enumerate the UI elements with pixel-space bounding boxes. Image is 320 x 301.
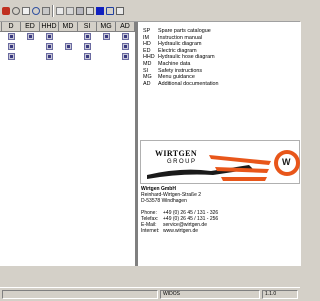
exit-icon[interactable] bbox=[116, 7, 124, 15]
document-available-icon[interactable] bbox=[27, 33, 34, 40]
contact-value: +49 (0) 26 45 / 131 - 326 bbox=[163, 209, 219, 216]
document-available-icon[interactable] bbox=[84, 43, 91, 50]
legend-code: MG bbox=[143, 74, 152, 81]
legend-label: Spare parts catalogue bbox=[158, 28, 211, 34]
contact-value[interactable]: www.wirtgen.de bbox=[163, 228, 198, 234]
legend-label: Instruction manual bbox=[158, 34, 203, 41]
document-available-icon[interactable] bbox=[46, 33, 53, 40]
status-panel-right: 1.1.0 bbox=[262, 290, 298, 299]
blue-square-icon[interactable] bbox=[96, 7, 104, 15]
help-icon[interactable] bbox=[32, 7, 40, 15]
document-icon[interactable] bbox=[56, 7, 64, 15]
document-available-icon[interactable] bbox=[84, 53, 91, 60]
wirtgen-logo: WIRTGEN GROUP W bbox=[140, 140, 300, 184]
legend-row: HHD Hydraulic hose diagram bbox=[143, 54, 298, 61]
document-available-icon[interactable] bbox=[122, 43, 129, 50]
page-icon[interactable] bbox=[22, 7, 30, 15]
legend-code: ED bbox=[143, 47, 151, 54]
toolbar bbox=[0, 0, 300, 22]
legend-label: Machine data bbox=[158, 60, 191, 67]
stack-icon[interactable] bbox=[66, 7, 74, 15]
legend-code: SI bbox=[143, 67, 149, 74]
legend-code: AD bbox=[143, 80, 151, 87]
document-available-icon[interactable] bbox=[122, 33, 129, 40]
info-pane: SP Spare parts catalogue IM Instruction ma… bbox=[137, 22, 301, 266]
abbreviation-legend: SP Spare parts catalogue IM Instruction ma… bbox=[143, 28, 298, 87]
document-available-icon[interactable] bbox=[8, 33, 15, 40]
legend-code: HD bbox=[143, 41, 151, 48]
table-row[interactable] bbox=[0, 32, 135, 42]
legend-label: Hydraulic hose diagram bbox=[158, 54, 215, 61]
contact-block: Wirtgen GmbH Reinhard-Wirtgen-Straße 2 D… bbox=[141, 186, 299, 234]
legend-code: SP bbox=[143, 28, 151, 34]
grid-header-cell[interactable]: HHD bbox=[40, 22, 59, 31]
document-grid-pane[interactable]: D ED HHD MD SI MG AD bbox=[0, 22, 137, 266]
save-icon[interactable] bbox=[76, 7, 84, 15]
lower-panel bbox=[0, 266, 300, 287]
status-panel-left bbox=[2, 290, 158, 299]
legend-label: Hydraulic diagram bbox=[158, 41, 202, 48]
legend-row: MG Menu guidance bbox=[143, 74, 298, 81]
status-bar: WIDOS 1.1.0 bbox=[0, 287, 300, 301]
logo-wordmark: WIRTGEN bbox=[155, 149, 198, 158]
legend-code: MD bbox=[143, 60, 152, 67]
legend-code: HHD bbox=[143, 54, 155, 61]
grid-header-cell[interactable]: AD bbox=[116, 22, 135, 31]
document-available-icon[interactable] bbox=[8, 53, 15, 60]
grid-header-cell[interactable]: MD bbox=[59, 22, 78, 31]
logo-group-text: GROUP bbox=[167, 159, 197, 165]
print-icon[interactable] bbox=[86, 7, 94, 15]
contact-value[interactable]: service@wirtgen.de bbox=[163, 222, 207, 228]
contact-value: +49 (0) 26 45 / 131 - 256 bbox=[163, 215, 219, 222]
grid-header-cell[interactable]: MG bbox=[97, 22, 116, 31]
contact-label: Internet: bbox=[141, 228, 160, 235]
legend-row: AD Additional documentation bbox=[143, 81, 298, 88]
legend-row: ED Electric diagram bbox=[143, 48, 298, 55]
table-row[interactable] bbox=[0, 42, 135, 52]
contact-row-internet: Internet: www.wirtgen.de bbox=[141, 228, 299, 234]
red-tool-icon[interactable] bbox=[2, 7, 10, 15]
document-available-icon[interactable] bbox=[46, 53, 53, 60]
grid-header-cell[interactable]: ED bbox=[21, 22, 40, 31]
grid-header-cell[interactable]: SI bbox=[78, 22, 97, 31]
document-available-icon[interactable] bbox=[122, 53, 129, 60]
toolbar-separator bbox=[52, 5, 54, 17]
logo-swoosh bbox=[147, 150, 300, 181]
document-available-icon[interactable] bbox=[65, 43, 72, 50]
search-icon[interactable] bbox=[12, 7, 20, 15]
grid-header-cell[interactable]: D bbox=[2, 22, 21, 31]
legend-row: SP Spare parts catalogue bbox=[143, 28, 298, 35]
grid-rows bbox=[0, 32, 135, 62]
legend-row: SI Safety instructions bbox=[143, 68, 298, 75]
legend-label: Menu guidance bbox=[158, 74, 195, 81]
grid-header: D ED HHD MD SI MG AD bbox=[0, 22, 135, 32]
legend-label: Additional documentation bbox=[158, 80, 219, 87]
legend-row: IM Instruction manual bbox=[143, 35, 298, 42]
table-row[interactable] bbox=[0, 52, 135, 62]
view-icon[interactable] bbox=[42, 7, 50, 15]
logo-w-mark: W bbox=[282, 157, 291, 167]
legend-label: Electric diagram bbox=[158, 47, 197, 54]
legend-label: Safety instructions bbox=[158, 67, 203, 74]
document-available-icon[interactable] bbox=[103, 33, 110, 40]
document-available-icon[interactable] bbox=[46, 43, 53, 50]
status-panel-center: WIDOS bbox=[160, 290, 260, 299]
legend-row: HD Hydraulic diagram bbox=[143, 41, 298, 48]
document-available-icon[interactable] bbox=[8, 43, 15, 50]
legend-row: MD Machine data bbox=[143, 61, 298, 68]
legend-code: IM bbox=[143, 34, 149, 41]
document-available-icon[interactable] bbox=[84, 33, 91, 40]
link-icon[interactable] bbox=[106, 7, 114, 15]
